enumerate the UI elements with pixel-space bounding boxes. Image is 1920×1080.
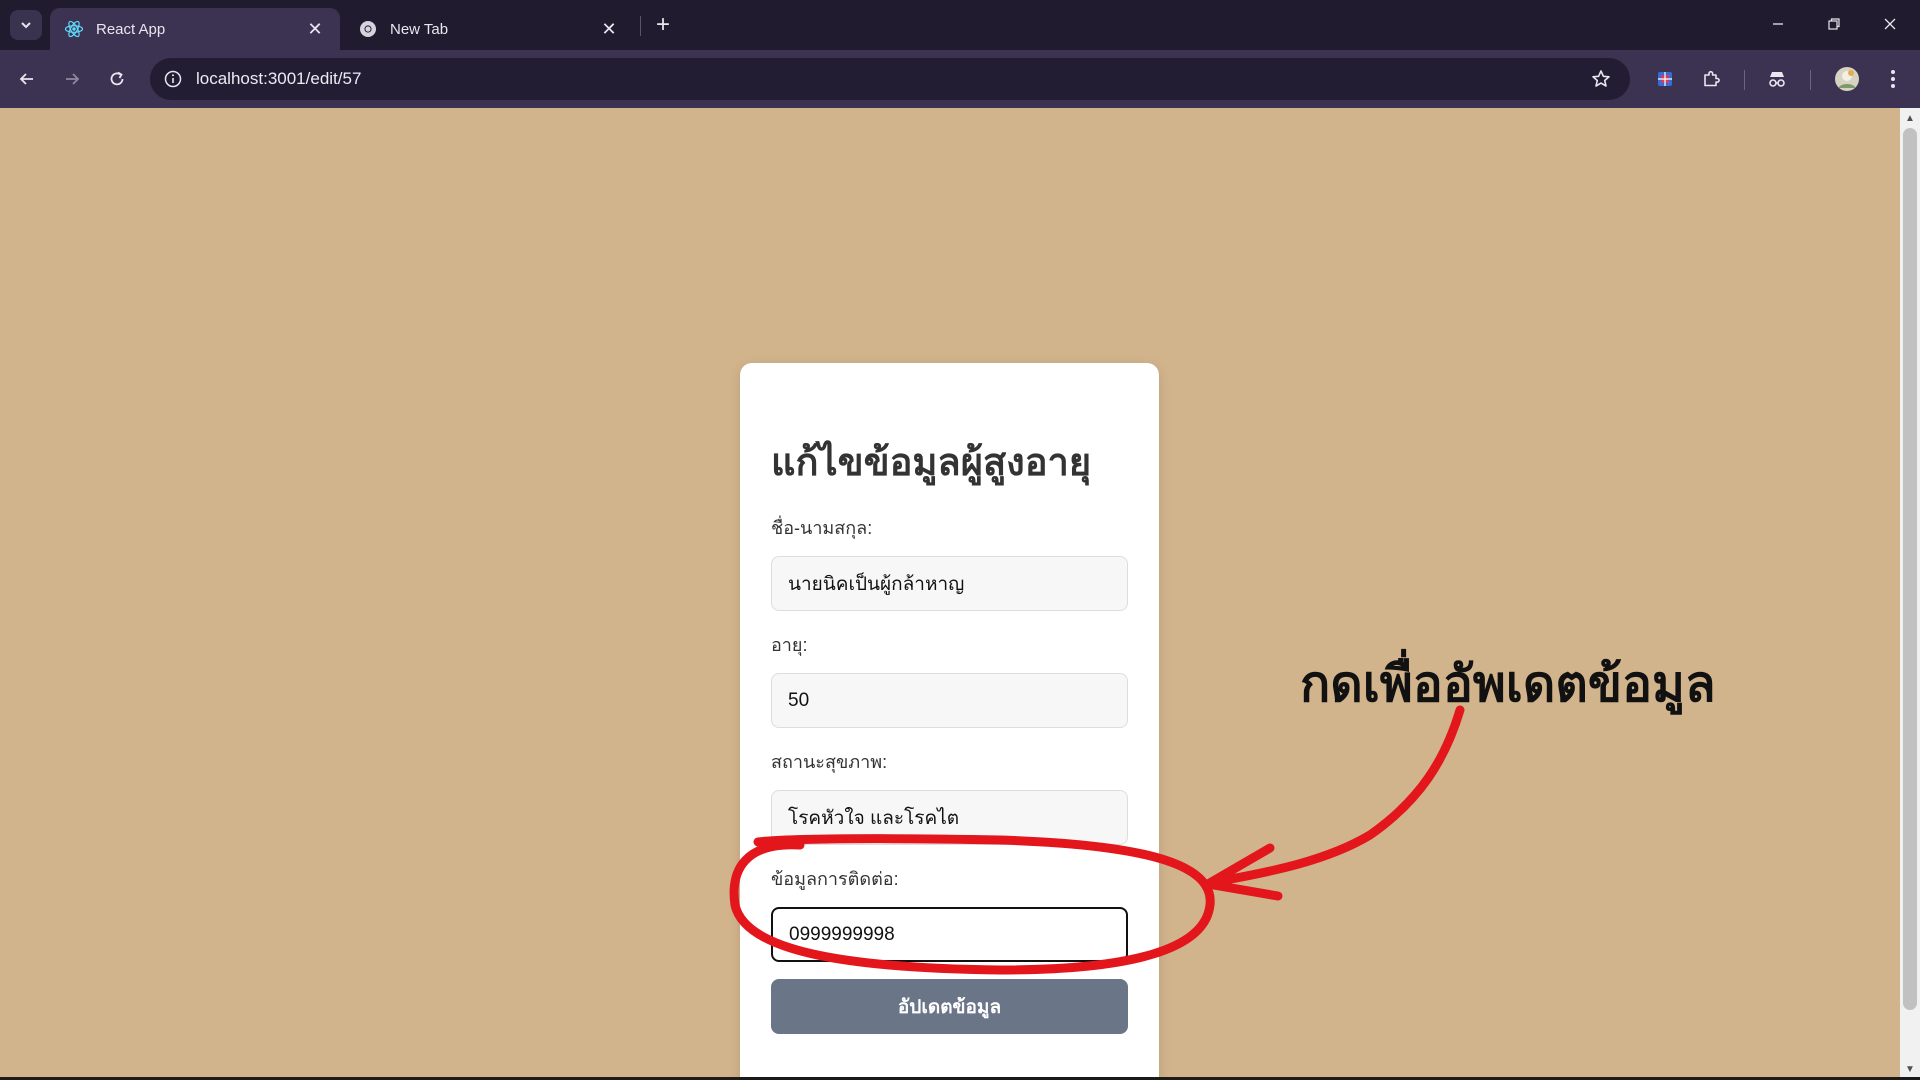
edit-form-card: แก้ไขข้อมูลผู้สูงอายุ ชื่อ-นามสกุล: อายุ… <box>740 363 1159 1080</box>
chrome-icon <box>358 19 378 39</box>
restore-icon[interactable] <box>1814 8 1854 40</box>
health-status-input[interactable] <box>771 790 1128 845</box>
avatar[interactable] <box>1830 62 1864 96</box>
scrollbar-thumb[interactable] <box>1903 128 1917 1010</box>
menu-dots-icon[interactable] <box>1876 62 1910 96</box>
page-title: แก้ไขข้อมูลผู้สูงอายุ <box>771 439 1092 484</box>
tab-search-button[interactable] <box>10 10 42 40</box>
url-text[interactable]: localhost:3001/edit/57 <box>196 69 1584 89</box>
toolbar-divider <box>1810 70 1811 90</box>
window-close-icon[interactable] <box>1870 8 1910 40</box>
tab-new-tab[interactable]: New Tab ✕ <box>344 8 634 50</box>
tab-divider <box>640 16 641 36</box>
health-label: สถานะสุขภาพ: <box>771 752 888 772</box>
tab-title: React App <box>96 20 166 38</box>
name-label: ชื่อ-นามสกุล: <box>771 518 873 538</box>
scroll-up-icon[interactable]: ▲ <box>1903 111 1917 125</box>
site-info-icon[interactable] <box>162 68 184 90</box>
tab-title: New Tab <box>390 20 449 38</box>
scroll-down-icon[interactable]: ▼ <box>1903 1062 1917 1076</box>
browser-toolbar: localhost:3001/edit/57 <box>0 50 1920 108</box>
incognito-icon[interactable] <box>1760 62 1794 96</box>
annotation-label: กดเพื่ออัพเดตข้อมูล <box>1300 654 1716 713</box>
address-bar[interactable]: localhost:3001/edit/57 <box>150 58 1630 100</box>
update-button[interactable]: อัปเดตข้อมูล <box>771 979 1128 1034</box>
contact-label: ข้อมูลการติดต่อ: <box>771 869 899 889</box>
reload-icon[interactable] <box>100 62 134 96</box>
toolbar-divider <box>1744 70 1745 90</box>
back-icon[interactable] <box>10 62 44 96</box>
react-icon <box>64 19 84 39</box>
age-label: อายุ: <box>771 635 808 655</box>
minimize-icon[interactable] <box>1758 8 1798 40</box>
bookmark-star-icon[interactable] <box>1584 62 1618 96</box>
browser-tabstrip: React App ✕ New Tab ✕ + <box>0 0 1920 50</box>
page-viewport: แก้ไขข้อมูลผู้สูงอายุ ชื่อ-นามสกุล: อายุ… <box>0 108 1900 1080</box>
close-tab-icon[interactable]: ✕ <box>304 18 326 40</box>
new-tab-button[interactable]: + <box>648 11 678 39</box>
name-input[interactable] <box>771 556 1128 611</box>
chevron-down-icon <box>21 22 31 29</box>
extensions-puzzle-icon[interactable] <box>1694 62 1728 96</box>
contact-input[interactable] <box>771 907 1128 962</box>
forward-icon[interactable] <box>55 62 89 96</box>
tab-react-app[interactable]: React App ✕ <box>50 8 340 50</box>
close-tab-icon[interactable]: ✕ <box>598 18 620 40</box>
age-input[interactable] <box>771 673 1128 728</box>
extension-flag-icon[interactable] <box>1648 62 1682 96</box>
